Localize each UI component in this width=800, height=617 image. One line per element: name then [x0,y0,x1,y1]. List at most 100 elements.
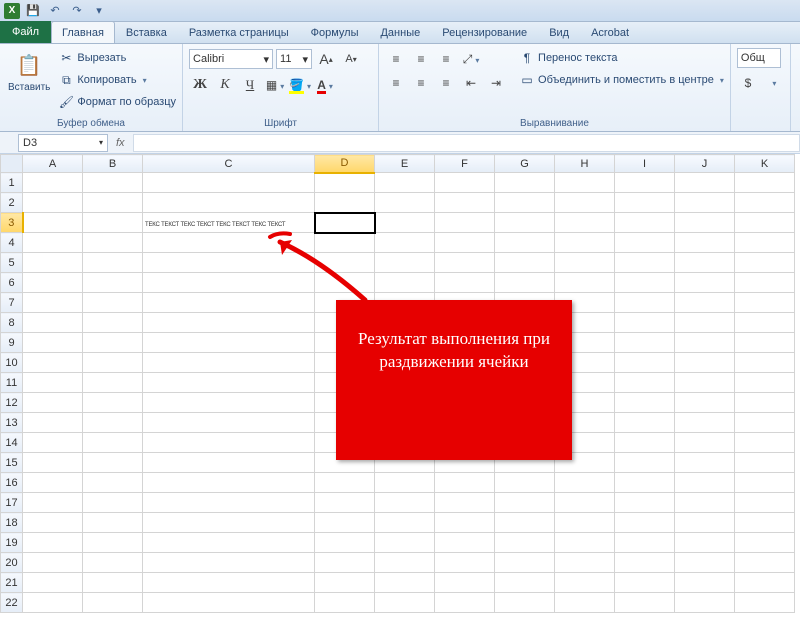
cell[interactable] [375,213,435,233]
cell[interactable] [23,373,83,393]
cell[interactable] [83,253,143,273]
cell[interactable] [555,493,615,513]
col-header[interactable]: D [315,155,375,173]
row-header[interactable]: 19 [1,533,23,553]
cell[interactable] [615,573,675,593]
decrease-indent-button[interactable]: ⇤ [460,72,482,94]
cell[interactable] [23,473,83,493]
row-header[interactable]: 4 [1,233,23,253]
tab-formulas[interactable]: Формулы [300,21,370,43]
cell[interactable] [375,433,435,453]
cell[interactable] [615,493,675,513]
cell[interactable] [495,573,555,593]
cell[interactable] [735,293,795,313]
row-header[interactable]: 2 [1,193,23,213]
cell[interactable] [675,513,735,533]
cell[interactable] [435,313,495,333]
cell[interactable] [675,233,735,253]
fx-icon[interactable]: fx [116,137,125,149]
cell[interactable] [143,533,315,553]
cell[interactable] [735,593,795,613]
cell[interactable] [555,393,615,413]
cell[interactable] [23,253,83,273]
cell[interactable] [495,533,555,553]
cell[interactable] [495,493,555,513]
col-header[interactable]: I [615,155,675,173]
cell[interactable] [315,513,375,533]
cell[interactable] [315,473,375,493]
cell[interactable] [83,573,143,593]
cell[interactable] [555,293,615,313]
cell[interactable] [375,513,435,533]
row-header[interactable]: 3 [1,213,23,233]
cell[interactable] [735,453,795,473]
cell[interactable] [143,333,315,353]
undo-button[interactable]: ↶ [46,2,64,20]
cell[interactable] [83,473,143,493]
cell[interactable] [315,553,375,573]
cell[interactable] [675,533,735,553]
cell[interactable] [615,233,675,253]
row-header[interactable]: 13 [1,413,23,433]
tab-home[interactable]: Главная [51,21,115,43]
row-header[interactable]: 7 [1,293,23,313]
cell[interactable] [143,413,315,433]
cell[interactable] [555,213,615,233]
copy-button[interactable]: ⧉ Копировать [58,70,176,90]
cell[interactable] [735,173,795,193]
cell[interactable] [315,533,375,553]
merge-center-button[interactable]: ▭ Объединить и поместить в центре [519,70,724,90]
cell[interactable] [735,213,795,233]
cell[interactable] [555,453,615,473]
cell[interactable] [615,393,675,413]
cell[interactable] [83,413,143,433]
cell[interactable] [675,553,735,573]
cell[interactable] [23,313,83,333]
cell[interactable] [495,513,555,533]
cell[interactable] [83,493,143,513]
cell[interactable] [555,273,615,293]
paste-button[interactable]: 📋 Вставить [6,48,52,95]
cell[interactable] [23,513,83,533]
cell[interactable] [83,373,143,393]
cell[interactable] [435,593,495,613]
cell[interactable] [83,433,143,453]
cell[interactable] [143,173,315,193]
cell[interactable] [23,353,83,373]
cell[interactable] [735,373,795,393]
shrink-font-button[interactable]: A▾ [340,48,362,70]
row-header[interactable]: 21 [1,573,23,593]
cell[interactable] [675,433,735,453]
customize-qat[interactable]: ▾ [90,2,108,20]
cell[interactable] [675,213,735,233]
cell[interactable] [315,233,375,253]
cell[interactable] [615,433,675,453]
cell[interactable] [495,453,555,473]
cell[interactable] [495,373,555,393]
cell[interactable] [435,413,495,433]
cell[interactable] [555,553,615,573]
save-button[interactable]: 💾 [24,2,42,20]
cell[interactable] [83,453,143,473]
cell[interactable] [615,593,675,613]
fill-color-button[interactable]: 🪣 [289,74,311,96]
row-header[interactable]: 17 [1,493,23,513]
cell[interactable] [615,553,675,573]
tab-view[interactable]: Вид [538,21,580,43]
cell[interactable] [23,593,83,613]
cell[interactable] [375,593,435,613]
cell[interactable] [435,213,495,233]
col-header[interactable]: C [143,155,315,173]
cell[interactable] [83,513,143,533]
cell[interactable] [735,473,795,493]
row-header[interactable]: 9 [1,333,23,353]
cell[interactable] [735,493,795,513]
increase-indent-button[interactable]: ⇥ [485,72,507,94]
cell[interactable] [375,173,435,193]
cell[interactable] [23,233,83,253]
cell[interactable] [315,573,375,593]
cell[interactable] [143,453,315,473]
cell[interactable] [435,333,495,353]
cell[interactable] [735,533,795,553]
cell[interactable] [23,293,83,313]
